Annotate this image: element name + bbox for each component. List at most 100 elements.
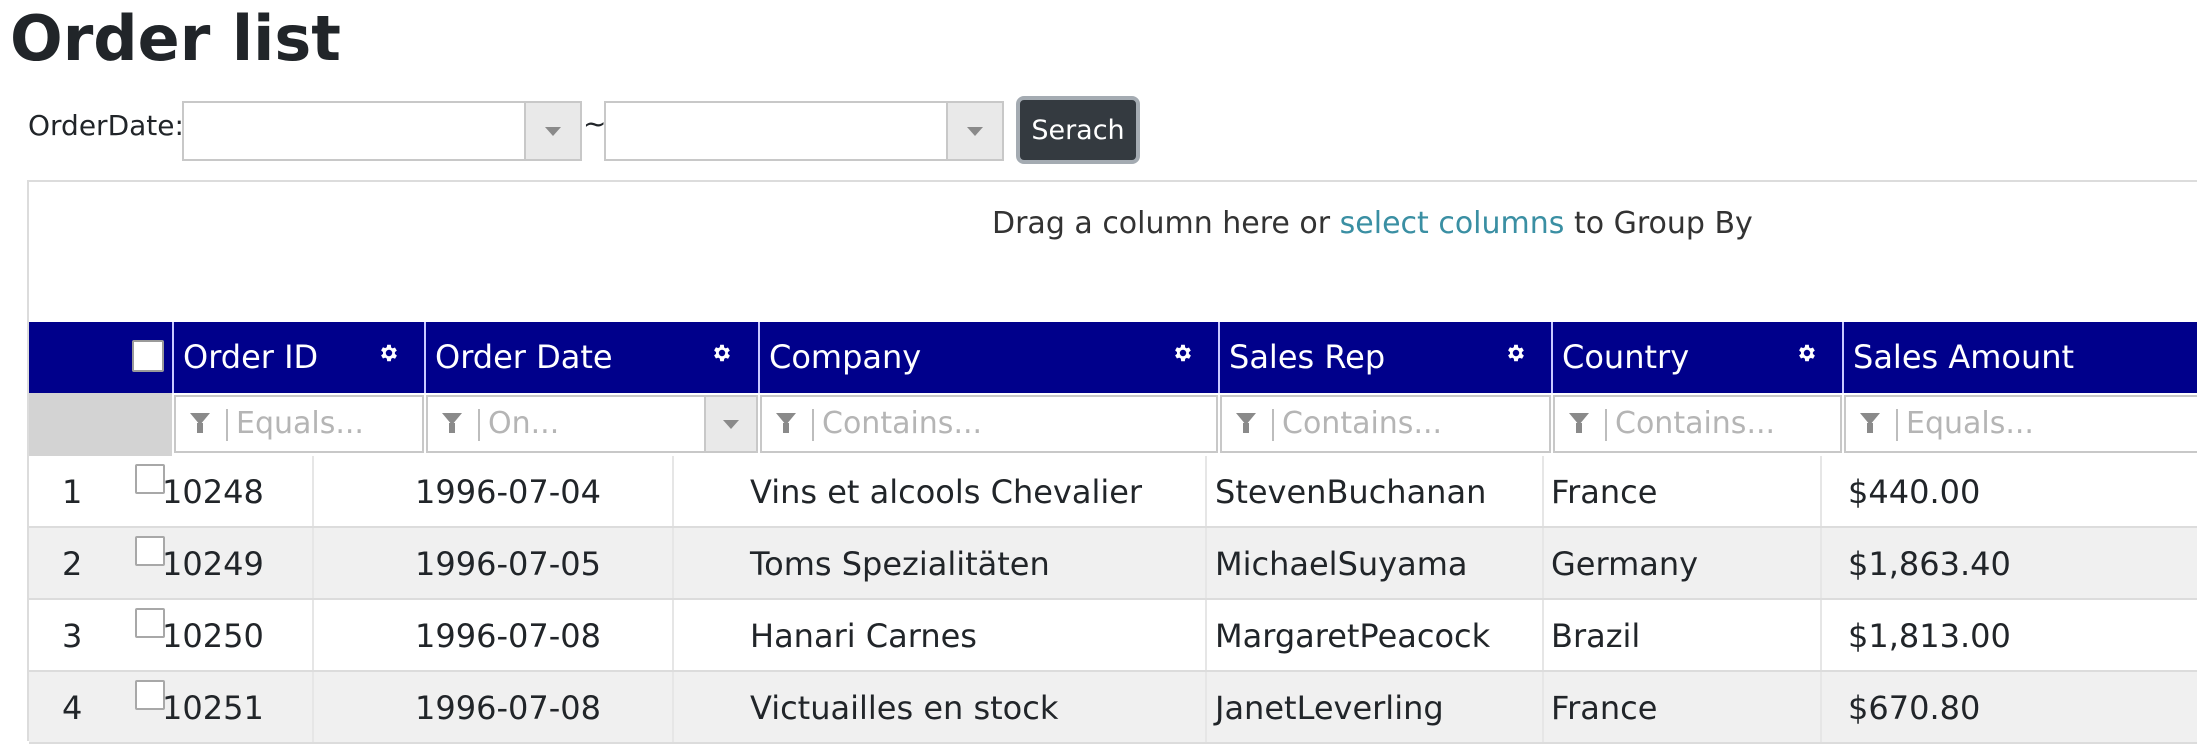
select-columns-link[interactable]: select columns <box>1340 206 1565 241</box>
column-header-order-id[interactable]: Order ID <box>172 322 424 393</box>
filter-funnel-icon[interactable] <box>442 413 462 433</box>
cell-sales-rep: MichaelSuyama <box>1215 545 1468 583</box>
filter-funnel-icon[interactable] <box>1860 413 1880 433</box>
filter-separator <box>1605 409 1607 441</box>
column-divider <box>1205 456 1207 526</box>
filter-funnel-icon[interactable] <box>1236 413 1256 433</box>
filter-funnel-icon[interactable] <box>776 413 796 433</box>
filter-order-date[interactable]: On... <box>426 395 758 453</box>
table-row[interactable]: 2 10249 1996-07-05 Toms Spezialitäten Michae… <box>29 528 2197 600</box>
filter-placeholder: Contains... <box>822 406 983 441</box>
filter-separator <box>478 409 480 441</box>
order-date-to-picker[interactable] <box>604 101 1004 161</box>
table-row[interactable]: 1 10248 1996-07-04 Vins et alcools Chevalie… <box>29 456 2197 528</box>
column-header-sales-rep[interactable]: Sales Rep <box>1218 322 1551 393</box>
filter-order-id[interactable]: Equals... <box>174 395 424 453</box>
cell-sales-amount: $1,813.00 <box>1848 617 2011 655</box>
column-header-sales-amount[interactable]: Sales Amount <box>1842 322 2197 393</box>
grid-header-row: Order ID Order Date Company Sales Rep Countr… <box>29 322 2197 393</box>
column-divider <box>1820 528 1822 598</box>
gear-icon[interactable] <box>1796 342 1818 364</box>
order-date-label: OrderDate: <box>28 109 184 142</box>
cell-company: Vins et alcools Chevalier <box>750 473 1143 511</box>
column-divider <box>1820 600 1822 670</box>
filter-placeholder: Contains... <box>1282 406 1443 441</box>
order-date-from-dropdown-button[interactable] <box>524 103 580 159</box>
table-row[interactable]: 4 10251 1996-07-08 Victuailles en stock Jane… <box>29 672 2197 744</box>
cell-order-date: 1996-07-08 <box>415 617 601 655</box>
cell-order-id: 10251 <box>162 689 264 727</box>
cell-sales-amount: $1,863.40 <box>1848 545 2011 583</box>
filter-sales-amount[interactable]: Equals... <box>1844 395 2197 453</box>
cell-company: Victuailles en stock <box>750 689 1059 727</box>
gear-icon[interactable] <box>1505 342 1527 364</box>
filter-funnel-icon[interactable] <box>1569 413 1589 433</box>
column-divider <box>672 600 674 670</box>
filter-company[interactable]: Contains... <box>760 395 1218 453</box>
column-divider <box>1205 672 1207 742</box>
column-header-label: Order Date <box>435 338 613 376</box>
filter-placeholder: Equals... <box>236 406 364 441</box>
select-all-checkbox[interactable] <box>132 340 164 372</box>
row-number: 1 <box>62 473 83 511</box>
gear-icon[interactable] <box>378 342 400 364</box>
chevron-down-icon <box>967 127 983 136</box>
filter-country[interactable]: Contains... <box>1553 395 1842 453</box>
column-divider <box>312 600 314 670</box>
gear-icon[interactable] <box>1172 342 1194 364</box>
row-select-checkbox[interactable] <box>135 680 165 710</box>
filter-placeholder: Contains... <box>1615 406 1776 441</box>
column-divider <box>312 672 314 742</box>
search-button[interactable]: Serach <box>1016 96 1140 164</box>
cell-country: France <box>1551 473 1658 511</box>
cell-country: France <box>1551 689 1658 727</box>
column-divider <box>672 456 674 526</box>
filter-sales-rep[interactable]: Contains... <box>1220 395 1551 453</box>
page-title: Order list <box>10 2 341 75</box>
filter-placeholder: Equals... <box>1906 406 2034 441</box>
column-header-label: Country <box>1562 338 1690 376</box>
column-divider <box>1820 672 1822 742</box>
order-date-from-picker[interactable] <box>182 101 582 161</box>
column-divider <box>312 456 314 526</box>
cell-company: Hanari Carnes <box>750 617 977 655</box>
cell-country: Germany <box>1551 545 1699 583</box>
group-by-panel[interactable]: Drag a column here or select columns to … <box>29 182 2197 322</box>
column-divider <box>1205 600 1207 670</box>
column-divider <box>672 672 674 742</box>
cell-order-id: 10248 <box>162 473 264 511</box>
group-by-hint: Drag a column here or select columns to … <box>992 206 1753 241</box>
cell-sales-amount: $440.00 <box>1848 473 1981 511</box>
group-by-hint-prefix: Drag a column here or <box>992 206 1340 241</box>
column-header-order-date[interactable]: Order Date <box>424 322 758 393</box>
gear-icon[interactable] <box>711 342 733 364</box>
cell-order-id: 10250 <box>162 617 264 655</box>
filter-funnel-icon[interactable] <box>190 413 210 433</box>
cell-order-id: 10249 <box>162 545 264 583</box>
filter-placeholder: On... <box>488 406 560 441</box>
cell-order-date: 1996-07-05 <box>415 545 601 583</box>
table-row[interactable]: 3 10250 1996-07-08 Hanari Carnes MargaretPea… <box>29 600 2197 672</box>
order-date-to-dropdown-button[interactable] <box>946 103 1002 159</box>
column-divider <box>312 528 314 598</box>
column-divider <box>1542 528 1544 598</box>
column-header-company[interactable]: Company <box>758 322 1218 393</box>
grid-filter-row: Equals... On... Contains... Contains... Cont… <box>29 393 2197 456</box>
group-by-hint-suffix: to Group By <box>1564 206 1753 241</box>
row-number: 4 <box>62 689 83 727</box>
filter-date-dropdown-button[interactable] <box>704 397 756 451</box>
cell-sales-rep: MargaretPeacock <box>1215 617 1491 655</box>
filter-separator <box>812 409 814 441</box>
cell-sales-amount: $670.80 <box>1848 689 1981 727</box>
filter-separator <box>1896 409 1898 441</box>
row-select-checkbox[interactable] <box>135 464 165 494</box>
cell-sales-rep: JanetLeverling <box>1215 689 1444 727</box>
column-header-label: Sales Rep <box>1229 338 1386 376</box>
column-header-country[interactable]: Country <box>1551 322 1842 393</box>
order-grid: Drag a column here or select columns to … <box>27 180 2197 744</box>
column-header-label: Sales Amount <box>1853 338 2075 376</box>
column-divider <box>1542 672 1544 742</box>
row-select-checkbox[interactable] <box>135 536 165 566</box>
row-number: 2 <box>62 545 83 583</box>
row-select-checkbox[interactable] <box>135 608 165 638</box>
